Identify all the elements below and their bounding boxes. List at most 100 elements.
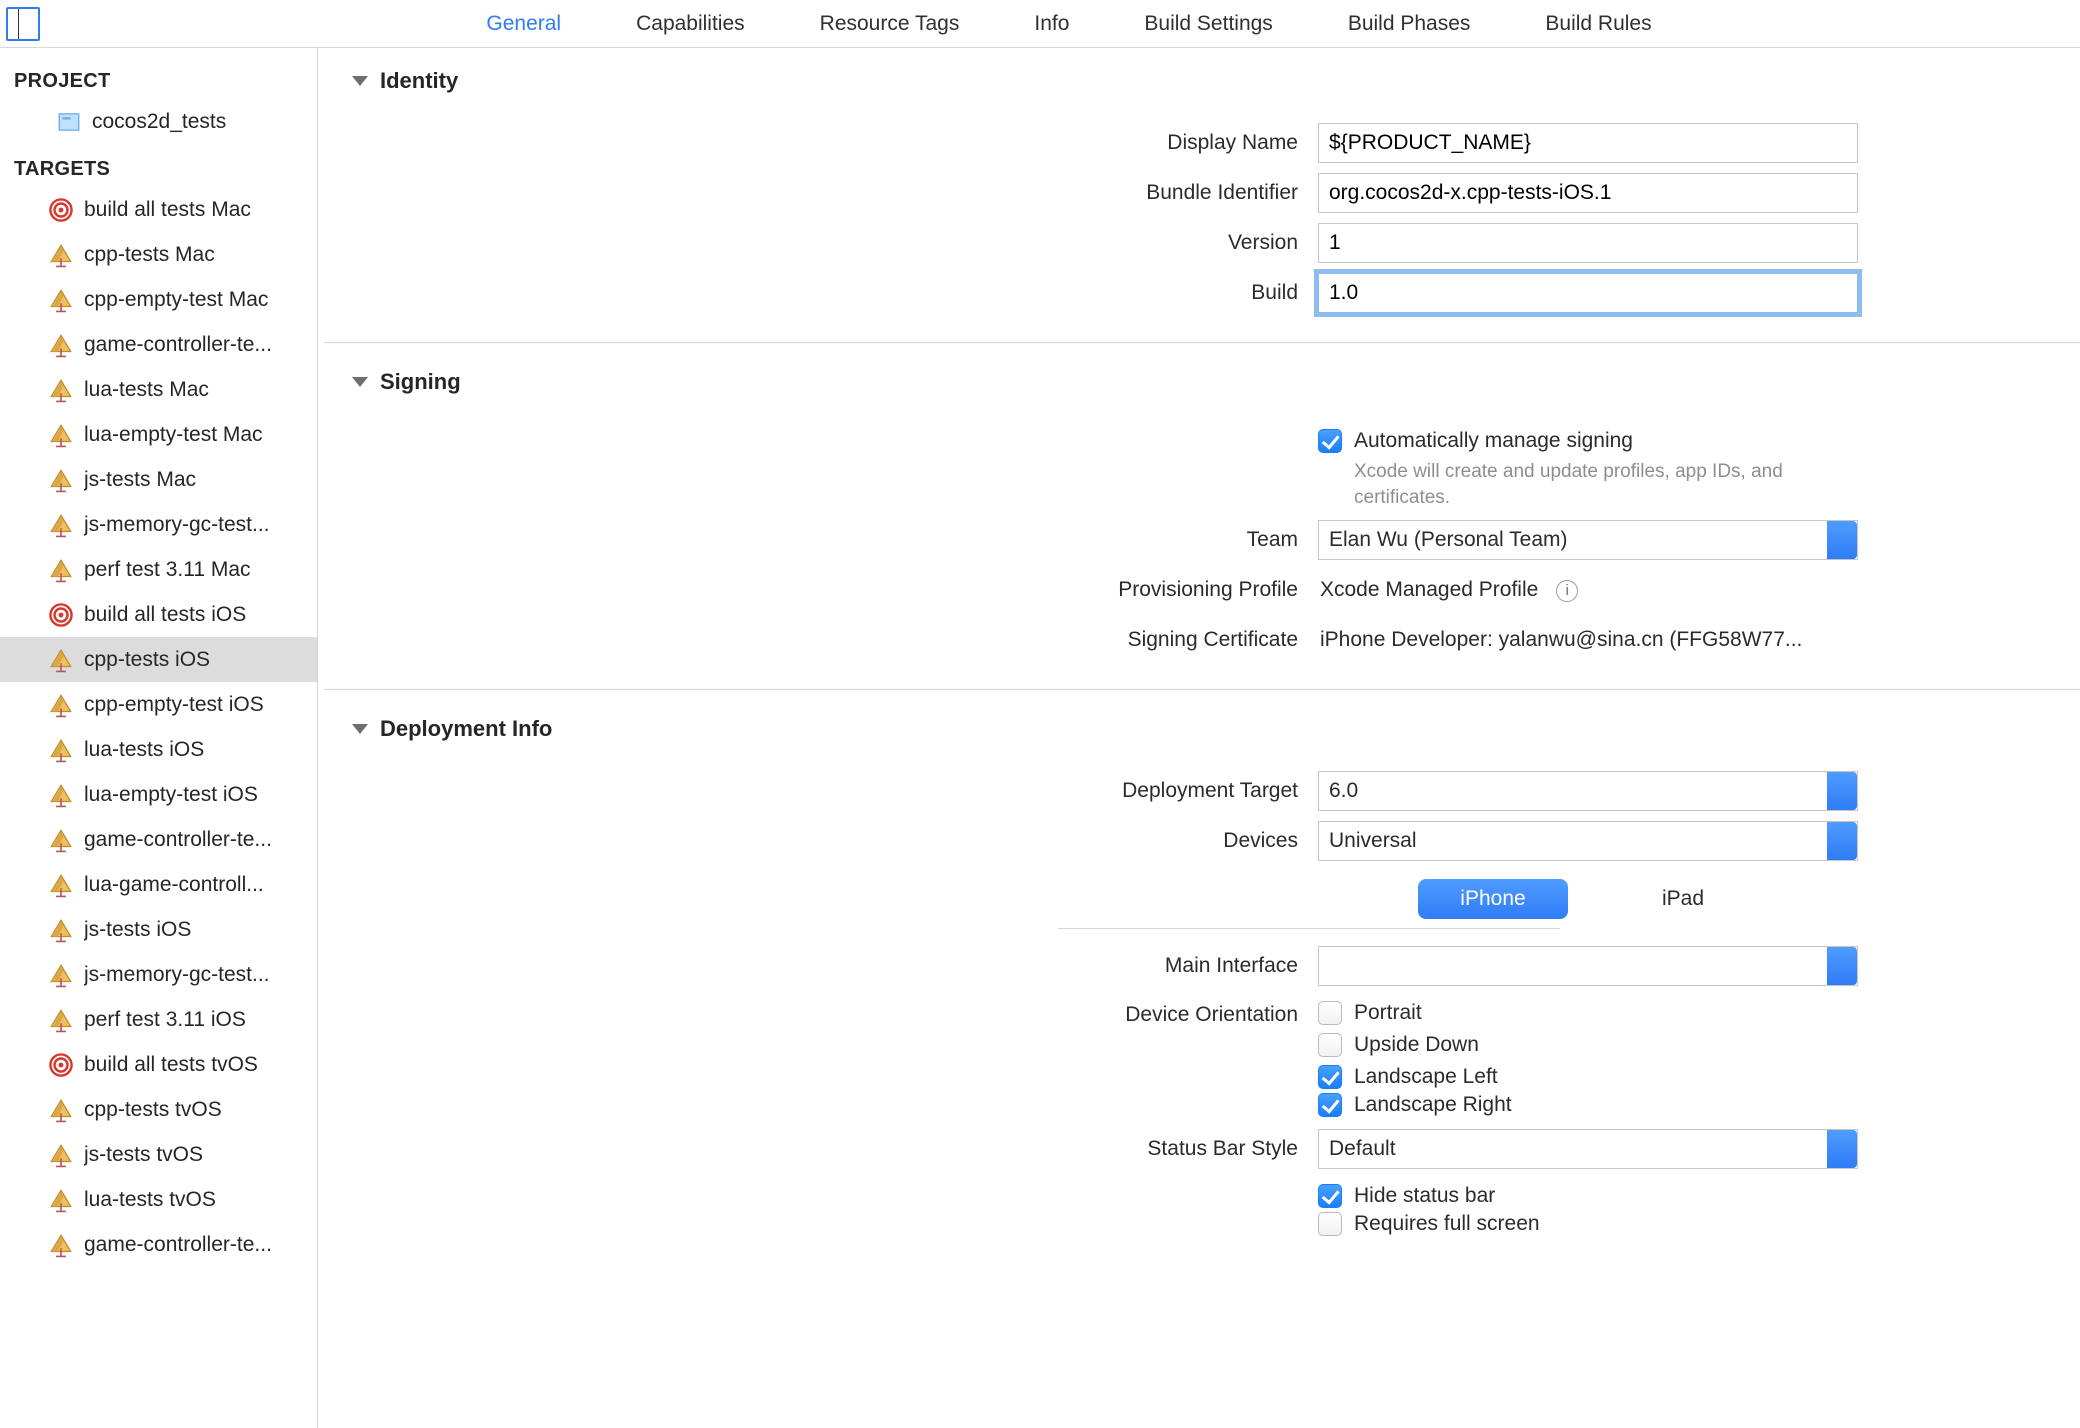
sidebar-target-item[interactable]: game-controller-te...: [0, 1222, 317, 1267]
sidebar-target-item[interactable]: cpp-empty-test iOS: [0, 682, 317, 727]
info-icon[interactable]: i: [1556, 580, 1578, 602]
devices-dropdown[interactable]: Universal: [1318, 821, 1858, 861]
section-deployment-header[interactable]: Deployment Info: [318, 690, 2080, 758]
sidebar-target-label: build all tests tvOS: [84, 1053, 258, 1077]
sidebar-project-label: cocos2d_tests: [92, 110, 226, 134]
section-identity-header[interactable]: Identity: [318, 48, 2080, 110]
app-target-icon: [48, 1097, 74, 1123]
app-target-icon: [48, 962, 74, 988]
sidebar-target-item[interactable]: build all tests tvOS: [0, 1042, 317, 1087]
orientation-landscape-right-checkbox[interactable]: Landscape Right: [1318, 1091, 1512, 1119]
tab-resource-tags[interactable]: Resource Tags: [820, 0, 960, 47]
auto-manage-signing-hint: Xcode will create and update profiles, a…: [1354, 459, 1858, 510]
sidebar-target-item[interactable]: perf test 3.11 Mac: [0, 547, 317, 592]
requires-full-screen-checkbox[interactable]: Requires full screen: [1318, 1210, 1540, 1238]
deployment-target-combo[interactable]: 6.0: [1318, 771, 1858, 811]
segment-ipad[interactable]: iPad: [1608, 879, 1758, 919]
sidebar-target-item[interactable]: perf test 3.11 iOS: [0, 997, 317, 1042]
sidebar-target-label: game-controller-te...: [84, 828, 272, 852]
status-bar-style-dropdown[interactable]: Default: [1318, 1129, 1858, 1169]
app-target-icon: [48, 872, 74, 898]
app-target-icon: [48, 782, 74, 808]
section-identity-title: Identity: [380, 68, 458, 94]
tab-build-rules[interactable]: Build Rules: [1545, 0, 1651, 47]
sidebar-target-item[interactable]: game-controller-te...: [0, 817, 317, 862]
combo-arrow-icon: [1827, 772, 1857, 810]
sidebar-target-item[interactable]: build all tests iOS: [0, 592, 317, 637]
app-target-icon: [48, 422, 74, 448]
build-field[interactable]: [1318, 273, 1858, 313]
sidebar-target-item[interactable]: lua-empty-test iOS: [0, 772, 317, 817]
sidebar-project-header: PROJECT: [0, 66, 317, 99]
tab-build-settings[interactable]: Build Settings: [1144, 0, 1272, 47]
build-label: Build: [318, 281, 1318, 305]
status-bar-style-value: Default: [1329, 1137, 1396, 1161]
sidebar-target-item[interactable]: js-memory-gc-test...: [0, 502, 317, 547]
sidebar-target-item[interactable]: cpp-tests iOS: [0, 637, 317, 682]
sidebar-target-item[interactable]: js-tests tvOS: [0, 1132, 317, 1177]
editor-main: Identity Display Name Bundle Identifier …: [318, 48, 2080, 1428]
orientation-landscape-left-checkbox[interactable]: Landscape Left: [1318, 1063, 1498, 1091]
sidebar-target-item[interactable]: js-tests Mac: [0, 457, 317, 502]
sidebar-target-item[interactable]: cpp-tests Mac: [0, 232, 317, 277]
app-target-icon: [48, 377, 74, 403]
left-panel-toggle-icon[interactable]: [6, 7, 40, 41]
sidebar-target-label: perf test 3.11 Mac: [84, 558, 251, 582]
sidebar-target-label: lua-empty-test iOS: [84, 783, 258, 807]
sidebar-project-item[interactable]: cocos2d_tests: [0, 99, 317, 144]
sidebar-target-item[interactable]: game-controller-te...: [0, 322, 317, 367]
display-name-field[interactable]: [1318, 123, 1858, 163]
sidebar-target-item[interactable]: lua-tests tvOS: [0, 1177, 317, 1222]
app-target-icon: [48, 647, 74, 673]
signing-certificate-value: iPhone Developer: yalanwu@sina.cn (FFG58…: [1320, 628, 1802, 651]
team-dropdown[interactable]: Elan Wu (Personal Team): [1318, 520, 1858, 560]
sidebar-target-label: cpp-empty-test Mac: [84, 288, 268, 312]
devices-value: Universal: [1329, 829, 1417, 853]
version-field[interactable]: [1318, 223, 1858, 263]
sidebar-target-label: js-tests tvOS: [84, 1143, 203, 1167]
bundle-identifier-field[interactable]: [1318, 173, 1858, 213]
tab-info[interactable]: Info: [1034, 0, 1069, 47]
display-name-label: Display Name: [318, 131, 1318, 155]
app-target-icon: [48, 1007, 74, 1033]
sidebar-target-label: cpp-tests Mac: [84, 243, 215, 267]
dropdown-arrow-icon: [1827, 521, 1857, 559]
app-target-icon: [48, 332, 74, 358]
xcode-project-icon: [56, 109, 82, 135]
sidebar-target-item[interactable]: lua-game-controll...: [0, 862, 317, 907]
sidebar-target-item[interactable]: cpp-empty-test Mac: [0, 277, 317, 322]
project-navigator-sidebar: PROJECT cocos2d_tests TARGETS build all …: [0, 48, 318, 1428]
sidebar-target-label: lua-tests Mac: [84, 378, 209, 402]
tab-capabilities[interactable]: Capabilities: [636, 0, 745, 47]
app-target-icon: [48, 467, 74, 493]
dropdown-arrow-icon: [1827, 1130, 1857, 1168]
section-signing-title: Signing: [380, 369, 461, 395]
main-interface-combo[interactable]: [1318, 946, 1858, 986]
sidebar-target-label: lua-empty-test Mac: [84, 423, 263, 447]
provisioning-profile-label: Provisioning Profile: [318, 578, 1318, 602]
auto-manage-signing-checkbox[interactable]: Automatically manage signing: [1318, 427, 1633, 455]
sidebar-target-item[interactable]: js-memory-gc-test...: [0, 952, 317, 997]
checkbox-checked-icon: [1318, 1065, 1342, 1089]
segment-iphone[interactable]: iPhone: [1418, 879, 1568, 919]
sidebar-target-item[interactable]: lua-tests iOS: [0, 727, 317, 772]
sidebar-target-item[interactable]: cpp-tests tvOS: [0, 1087, 317, 1132]
provisioning-profile-value: Xcode Managed Profile: [1320, 578, 1538, 601]
hide-status-bar-checkbox[interactable]: Hide status bar: [1318, 1182, 1495, 1210]
devices-label: Devices: [318, 829, 1318, 853]
bullseye-target-icon: [48, 602, 74, 628]
sidebar-target-item[interactable]: js-tests iOS: [0, 907, 317, 952]
sidebar-target-item[interactable]: lua-empty-test Mac: [0, 412, 317, 457]
tab-general[interactable]: General: [486, 0, 561, 47]
sidebar-target-label: js-tests Mac: [84, 468, 196, 492]
tab-build-phases[interactable]: Build Phases: [1348, 0, 1471, 47]
sidebar-target-label: lua-game-controll...: [84, 873, 264, 897]
app-target-icon: [48, 287, 74, 313]
orientation-upside-down-checkbox[interactable]: Upside Down: [1318, 1031, 1479, 1059]
app-target-icon: [48, 557, 74, 583]
sidebar-target-item[interactable]: lua-tests Mac: [0, 367, 317, 412]
status-bar-style-label: Status Bar Style: [318, 1137, 1318, 1161]
sidebar-target-item[interactable]: build all tests Mac: [0, 187, 317, 232]
orientation-portrait-checkbox[interactable]: Portrait: [1318, 999, 1422, 1027]
section-signing-header[interactable]: Signing: [318, 343, 2080, 411]
